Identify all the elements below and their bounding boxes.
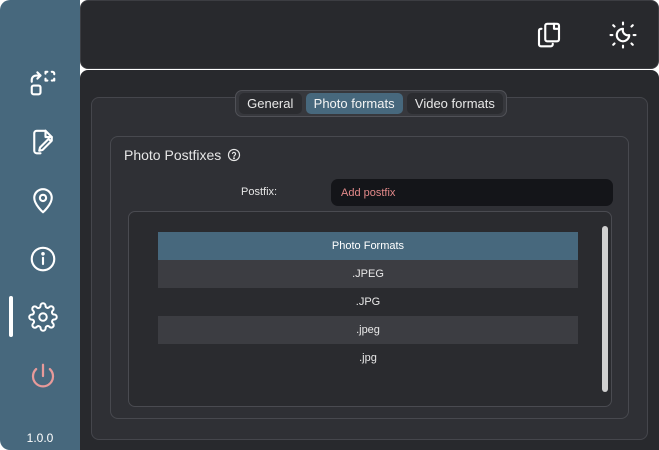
sidebar: 1.0.0 [0,0,80,450]
table-row[interactable]: .jpeg [158,316,578,344]
card-title: Photo Postfixes [124,147,241,163]
edit-file-icon [33,129,53,155]
tab-video-formats[interactable]: Video formats [406,93,503,114]
table-row[interactable]: .JPEG [158,260,578,288]
sidebar-item-edit[interactable] [25,124,61,160]
version-label: 1.0.0 [26,431,54,445]
location-pin-icon [33,188,53,214]
gear-icon [28,302,58,332]
postfix-input[interactable] [331,179,613,206]
postfix-label: Postfix: [241,186,278,198]
card-title-text: Photo Postfixes [124,147,222,163]
top-bar [80,0,659,69]
copy-icon [537,22,561,48]
format-tabs: General Photo formats Video formats [235,90,507,117]
sidebar-item-settings[interactable] [25,299,61,335]
list-scrollbar[interactable] [602,226,608,392]
table-header: Photo Formats [158,232,578,260]
table-row[interactable]: .JPG [158,288,578,316]
tab-photo-formats[interactable]: Photo formats [305,93,403,114]
power-icon [31,363,55,388]
active-indicator [9,296,13,337]
help-icon[interactable] [227,148,241,162]
table-row[interactable]: .jpg [158,344,578,372]
theme-toggle-icon [609,21,637,49]
sidebar-item-power[interactable] [25,358,61,394]
main-content: General Photo formats Video formats Phot… [80,70,659,450]
transfer-icon [30,70,56,96]
info-icon [30,246,56,272]
theme-toggle-button[interactable] [605,17,641,53]
photo-postfixes-card: Photo Postfixes Postfix: Photo Formats .… [110,136,629,419]
photo-formats-list: Photo Formats .JPEG .JPG .jpeg .jpg [128,211,612,407]
copy-button[interactable] [531,17,567,53]
sidebar-item-transfer[interactable] [25,65,61,101]
sidebar-item-location[interactable] [25,183,61,219]
photo-formats-table: Photo Formats .JPEG .JPG .jpeg .jpg [158,232,578,372]
tab-general[interactable]: General [239,93,302,114]
sidebar-item-info[interactable] [25,241,61,277]
